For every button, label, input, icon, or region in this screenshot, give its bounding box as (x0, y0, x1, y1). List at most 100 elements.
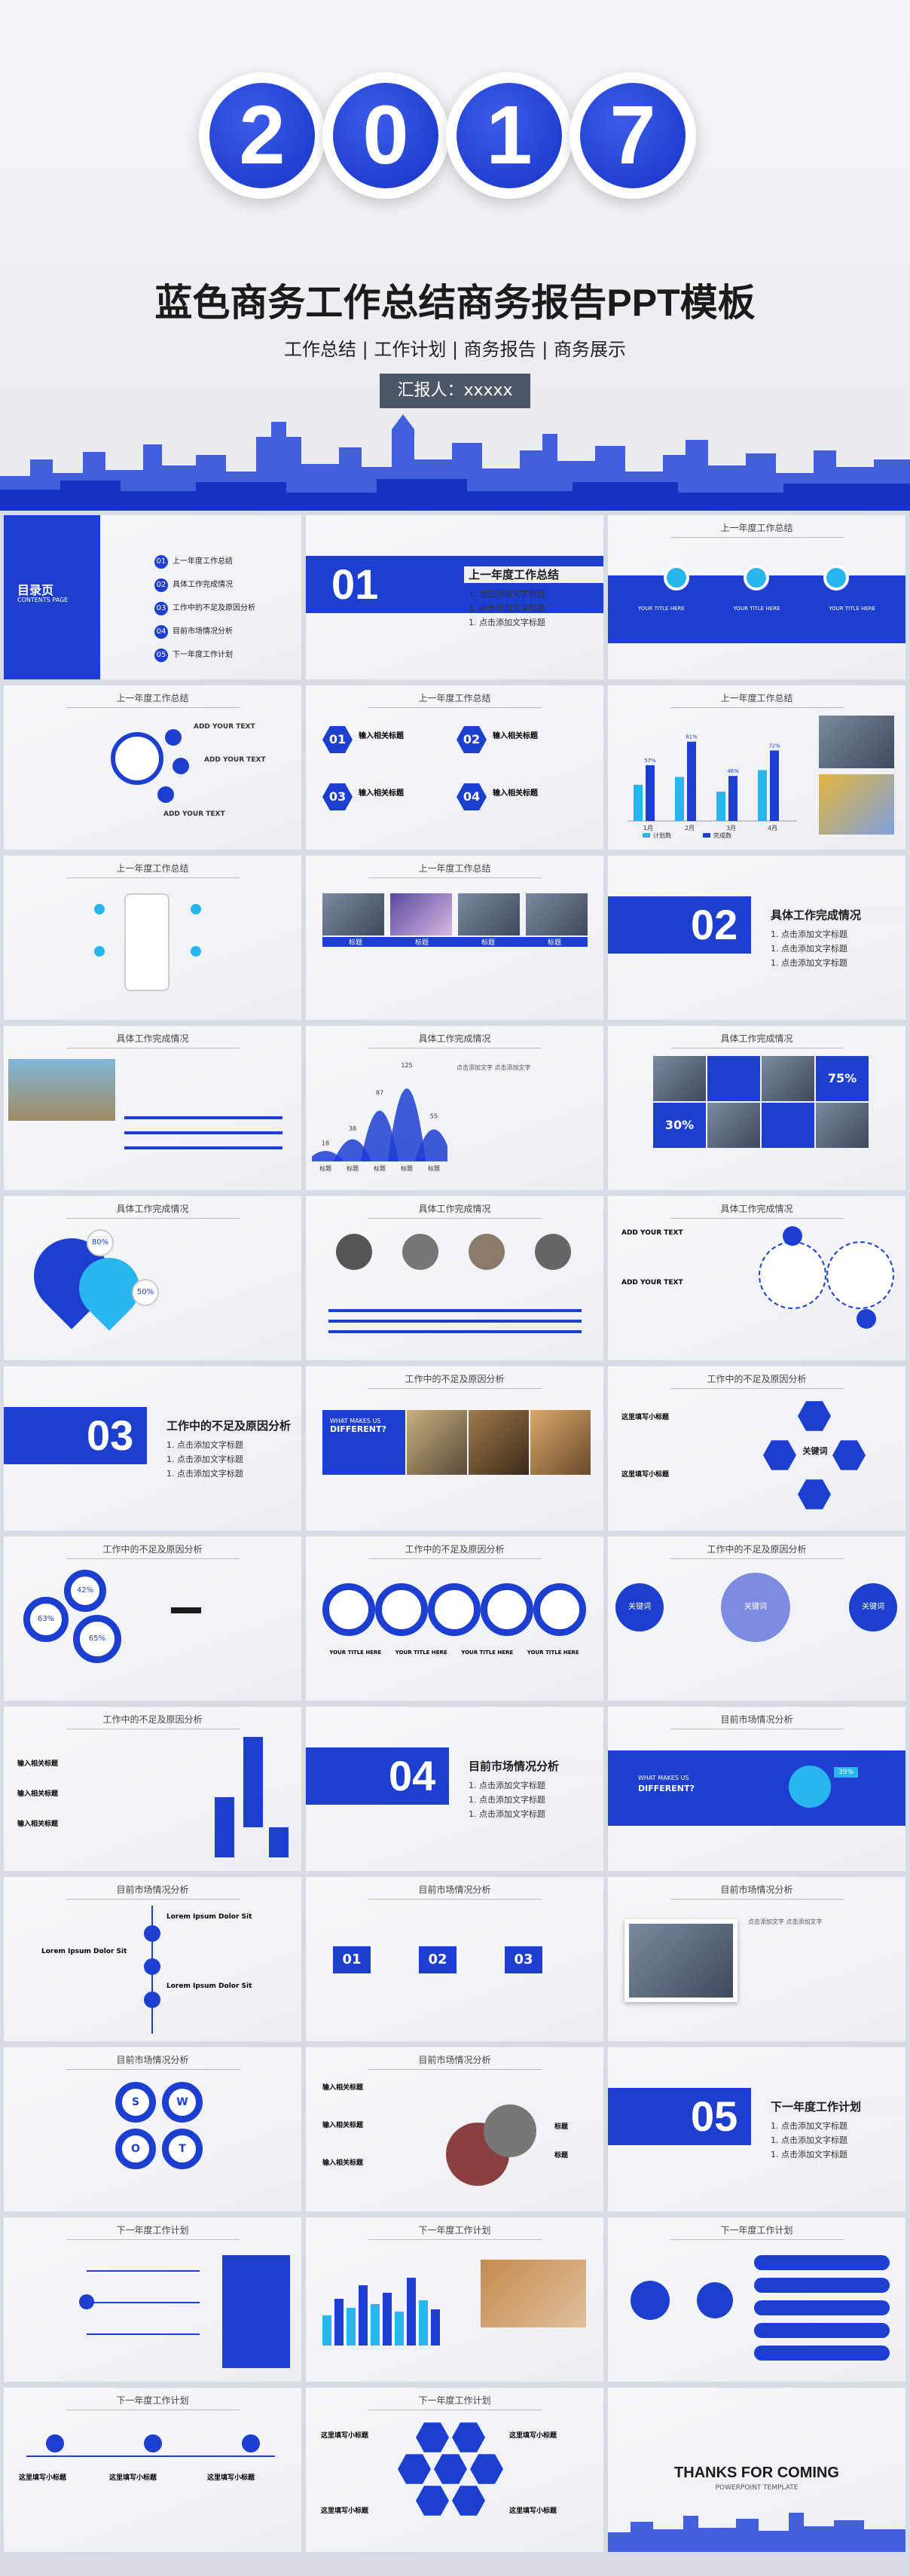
wrench-icon (165, 729, 182, 746)
slide-header: 上一年度工作总结 (608, 691, 905, 708)
section-label: 目前市场情况分析 (464, 1758, 603, 1775)
slide-branch: 下一年度工作计划 (608, 2217, 905, 2382)
city-skyline-graphic (0, 414, 910, 511)
slide-header: 下一年度工作计划 (4, 2394, 301, 2410)
slide-blue-bars: 下一年度工作计划 (306, 2217, 603, 2382)
reporter-badge: 汇报人：xxxxx (380, 374, 530, 408)
toc-item[interactable]: 01 上一年度工作总结 (154, 550, 255, 573)
decor-bar (322, 2315, 331, 2346)
slide-thanks: THANKS FOR COMING POWERPOINT TEMPLATE (608, 2388, 905, 2552)
bar (646, 765, 655, 821)
slide-header: 目前市场情况分析 (4, 1883, 301, 1900)
slide-arrows: 工作中的不足及原因分析 输入相关标题 输入相关标题 输入相关标题 (4, 1707, 301, 1871)
legend-swatch (703, 833, 710, 838)
chat-icon (173, 758, 189, 774)
thanks-subtitle: POWERPOINT TEMPLATE (715, 2484, 799, 2492)
slide-header: 工作中的不足及原因分析 (306, 1543, 603, 1559)
decor-bar (334, 2299, 344, 2346)
bar (716, 792, 725, 821)
x-tick-label: 4月 (768, 825, 777, 832)
slide-header: 工作中的不足及原因分析 (306, 1372, 603, 1389)
bar (728, 776, 737, 821)
data-label: 55 (430, 1113, 438, 1120)
data-label: 72% (768, 743, 780, 749)
year-digit-3: 1 (446, 72, 573, 199)
bar-chart: 1月 57% 2月 81% 3月 46% 4月 72% 计划数 完成数 (628, 734, 797, 839)
slide-header: 具体工作完成情况 (4, 1032, 301, 1048)
data-label: 125 (401, 1062, 412, 1069)
section-label: 下一年度工作计划 (766, 2098, 905, 2115)
thanks-title: THANKS FOR COMING (674, 2465, 839, 2481)
legend-swatch (643, 833, 650, 838)
year-digit-2: 0 (322, 72, 449, 199)
slide-header: 下一年度工作计划 (608, 2223, 905, 2240)
slide-rings: 工作中的不足及原因分析 YOUR TITLE HERE YOUR TITLE HE… (306, 1537, 603, 1701)
slide-header: 上一年度工作总结 (4, 862, 301, 878)
slide-header: 下一年度工作计划 (306, 2223, 603, 2240)
slide-header: 具体工作完成情况 (4, 1202, 301, 1219)
slide-bulb: 上一年度工作总结 ADD YOUR TEXT ADD YOUR TEXT ADD… (4, 685, 301, 850)
slide-header: 工作中的不足及原因分析 (608, 1543, 905, 1559)
slide-bar-chart: 上一年度工作总结 1月 57% 2月 81% 3月 46% 4月 72% 计划数 完成数 (608, 685, 905, 850)
toc-slide: 目录页 CONTENTS PAGE 01 上一年度工作总结 02 具体工作完成情况 … (4, 515, 301, 679)
decor-bar (347, 2308, 356, 2346)
decor-bar (431, 2309, 440, 2346)
slide-header: 上一年度工作总结 (608, 521, 905, 538)
avatar (469, 1234, 505, 1270)
cover-title: 蓝色商务工作总结商务报告PPT模板 (154, 282, 756, 324)
slide-three-columns: 目前市场情况分析 01 02 03 (306, 1877, 603, 2041)
section-slide-05: 05 下一年度工作计划 点击添加文字标题点击添加文字标题点击添加文字标题 (608, 2047, 905, 2211)
section-number: 01 (331, 560, 379, 608)
slide-header: 目前市场情况分析 (4, 2053, 301, 2070)
avatar (402, 1234, 438, 1270)
slide-different: 工作中的不足及原因分析 WHAT MAKES US DIFFERENT? (306, 1366, 603, 1531)
section-slide-04: 04 目前市场情况分析 点击添加文字标题点击添加文字标题点击添加文字标题 (306, 1707, 603, 1871)
slide-header: 目前市场情况分析 (306, 1883, 603, 1900)
photo-charts (819, 774, 894, 835)
slide-keyword-cycle: 工作中的不足及原因分析 这里填写小标题 这里填写小标题 关键词 (608, 1366, 905, 1531)
phone-image (124, 893, 169, 991)
toc-item[interactable]: 02 具体工作完成情况 (154, 573, 255, 597)
decor-bar (383, 2293, 392, 2346)
toc-item[interactable]: 05 下一年度工作计划 (154, 643, 255, 667)
section-label: 工作中的不足及原因分析 (162, 1418, 301, 1434)
x-tick-label: 2月 (685, 825, 695, 832)
section-slide-03: 03 工作中的不足及原因分析 点击添加文字标题点击添加文字标题点击添加文字标题 (4, 1366, 301, 1531)
slide-photo-tags: 上一年度工作总结 标题 标题 标题 标题 (306, 856, 603, 1020)
legend-label: 完成数 (713, 832, 731, 839)
toc-item[interactable]: 04 目前市场情况分析 (154, 620, 255, 643)
slide-gears: 工作中的不足及原因分析 63% 42% 65% (4, 1537, 301, 1701)
toc-title: 目录页 (17, 583, 54, 597)
photo-handshake (819, 716, 894, 768)
slide-drop: 具体工作完成情况 80% 50% (4, 1196, 301, 1360)
bar (675, 777, 684, 821)
decor-bar (359, 2285, 368, 2346)
camera-icon (157, 786, 174, 803)
monitor-icon (744, 565, 769, 591)
slide-header: 工作中的不足及原因分析 (4, 1543, 301, 1559)
pen-icon (857, 1309, 876, 1329)
decor-bar (419, 2300, 428, 2346)
slide-header: 具体工作完成情况 (608, 1202, 905, 1219)
toc-item[interactable]: 03 工作中的不足及原因分析 (154, 597, 255, 620)
slide-flow: 下一年度工作计划 (4, 2217, 301, 2382)
avatar (535, 1234, 571, 1270)
slide-phone: 上一年度工作总结 (4, 856, 301, 1020)
blue-bars-graphic (322, 2278, 440, 2346)
cover-subtitle: 工作总结 | 工作计划 | 商务报告 | 商务展示 (283, 339, 627, 360)
section-slide-02: 02 具体工作完成情况 点击添加文字标题点击添加文字标题点击添加文字标题 (608, 856, 905, 1020)
slide-percent-tiles: 具体工作完成情况 75% 30% (608, 1026, 905, 1190)
slide-header: 具体工作完成情况 (608, 1032, 905, 1048)
x-tick-label: 标题 (347, 1164, 359, 1172)
city-skyline-graphic (608, 2513, 905, 2552)
slide-header: 目前市场情况分析 (306, 2053, 603, 2070)
bar (770, 750, 779, 821)
x-tick-label: 标题 (401, 1164, 413, 1172)
section-list: 点击添加文字标题点击添加文字标题点击添加文字标题 (469, 1779, 545, 1822)
data-label: 38 (349, 1125, 356, 1132)
slide-header: 下一年度工作计划 (4, 2223, 301, 2240)
slide-keyword-circles: 工作中的不足及原因分析 关键词 关键词 关键词 (608, 1537, 905, 1701)
slide-area-chart: 具体工作完成情况 18 标题 38 标题 87 标题 125 标题 55 标题 点击添加文字 点击… (306, 1026, 603, 1190)
bar (758, 770, 767, 821)
slide-header: 具体工作完成情况 (306, 1032, 603, 1048)
